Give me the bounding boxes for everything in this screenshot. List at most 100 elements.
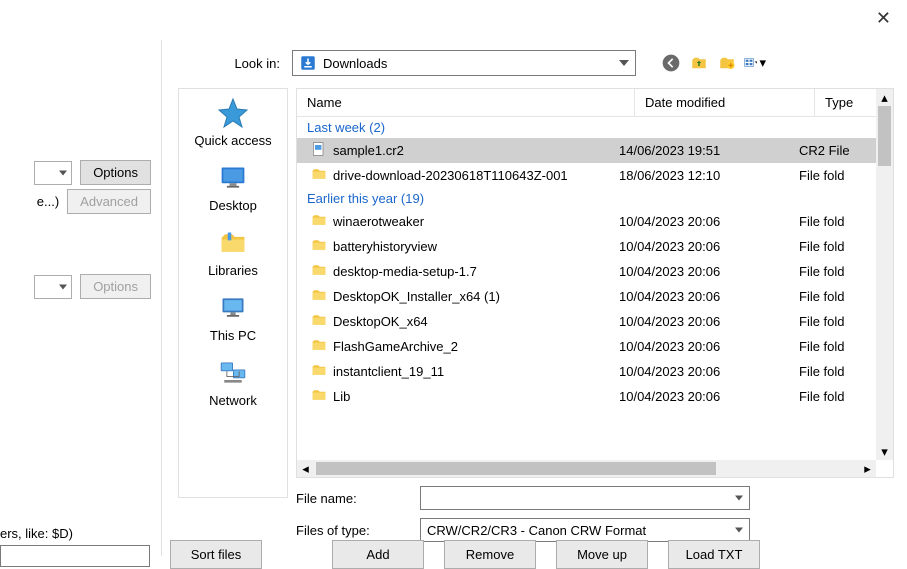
lookin-value: Downloads (323, 56, 387, 71)
file-row[interactable]: desktop-media-setup-1.710/04/2023 20:06F… (297, 259, 876, 284)
scroll-thumb[interactable] (878, 106, 891, 166)
place-network[interactable]: Network (209, 357, 257, 408)
advanced-button: Advanced (67, 189, 151, 214)
folder-icon (311, 312, 327, 331)
file-row[interactable]: batteryhistoryview 10/04/2023 20:06File f… (297, 234, 876, 259)
file-date: 18/06/2023 12:10 (619, 168, 799, 183)
helper-input[interactable] (0, 545, 150, 567)
desktop-icon (215, 162, 251, 194)
folder-icon (311, 362, 327, 381)
loadtxt-button[interactable]: Load TXT (668, 540, 760, 569)
group-header-earlier[interactable]: Earlier this year (19) (297, 188, 876, 209)
column-header-date[interactable]: Date modified (635, 89, 815, 116)
place-label: Desktop (209, 198, 257, 213)
scroll-thumb[interactable] (316, 462, 716, 475)
add-button[interactable]: Add (332, 540, 424, 569)
left-options-panel: Options e...) Advanced Options (0, 40, 162, 556)
file-name: DesktopOK_x64 (333, 314, 428, 329)
view-menu-icon[interactable]: ▾ (744, 52, 766, 74)
place-libraries[interactable]: Libraries (208, 227, 258, 278)
options-button-2: Options (80, 274, 151, 299)
file-row[interactable]: FlashGameArchive_2 10/04/2023 20:06File f… (297, 334, 876, 359)
file-name: batteryhistoryview (333, 239, 437, 254)
downloads-icon (299, 54, 317, 72)
scroll-down-icon[interactable]: ▾ (876, 443, 893, 460)
file-name: winaerotweaker (333, 214, 424, 229)
place-quick-access[interactable]: Quick access (194, 97, 271, 148)
file-name: instantclient_19_11 (333, 364, 444, 379)
file-type: CR2 File (799, 143, 859, 158)
scroll-left-icon[interactable]: ◂ (297, 460, 314, 477)
filetype-combo[interactable]: CRW/CR2/CR3 - Canon CRW Format (420, 518, 750, 542)
quick-access-icon (215, 97, 251, 129)
folder-icon (311, 212, 327, 231)
scroll-right-icon[interactable]: ▸ (859, 460, 876, 477)
file-date: 10/04/2023 20:06 (619, 314, 799, 329)
helper-text: ers, like: $D) (0, 526, 73, 541)
this-pc-icon (215, 292, 251, 324)
file-date: 10/04/2023 20:06 (619, 289, 799, 304)
scroll-up-icon[interactable]: ▴ (876, 89, 893, 106)
file-row[interactable]: DesktopOK_x64 10/04/2023 20:06File fold (297, 309, 876, 334)
file-date: 10/04/2023 20:06 (619, 389, 799, 404)
column-header-name[interactable]: Name (297, 89, 635, 116)
file-type: File fold (799, 289, 859, 304)
file-date: 10/04/2023 20:06 (619, 239, 799, 254)
file-name: FlashGameArchive_2 (333, 339, 458, 354)
close-button[interactable]: ✕ (876, 8, 891, 29)
lookin-combo[interactable]: Downloads (292, 50, 636, 76)
file-name: Lib (333, 389, 350, 404)
remove-button[interactable]: Remove (444, 540, 536, 569)
place-label: Libraries (208, 263, 258, 278)
file-date: 10/04/2023 20:06 (619, 339, 799, 354)
folder-icon (311, 237, 327, 256)
filename-label: File name: (296, 491, 420, 506)
file-type: File fold (799, 168, 859, 183)
libraries-icon (215, 227, 251, 259)
file-date: 10/04/2023 20:06 (619, 214, 799, 229)
left-dropdown-1[interactable] (34, 161, 72, 185)
chevron-down-icon (619, 60, 629, 66)
file-row[interactable]: Lib10/04/2023 20:06File fold (297, 384, 876, 409)
folder-icon (311, 287, 327, 306)
file-type: File fold (799, 264, 859, 279)
lookin-label: Look in: (180, 56, 280, 71)
new-folder-icon[interactable] (716, 52, 738, 74)
chevron-down-icon (735, 528, 743, 533)
vertical-scrollbar[interactable]: ▴ ▾ (876, 89, 893, 460)
file-type: File fold (799, 239, 859, 254)
file-row[interactable]: winaerotweaker10/04/2023 20:06File fold (297, 209, 876, 234)
folder-icon (311, 262, 327, 281)
place-label: Quick access (194, 133, 271, 148)
filename-combo[interactable] (420, 486, 750, 510)
file-type: File fold (799, 339, 859, 354)
file-type: File fold (799, 314, 859, 329)
options-button-1[interactable]: Options (80, 160, 151, 185)
network-icon (215, 357, 251, 389)
file-row[interactable]: sample1.cr214/06/2023 19:51CR2 File (297, 138, 876, 163)
place-label: Network (209, 393, 257, 408)
file-name: drive-download-20230618T110643Z-001 (333, 168, 568, 183)
moveup-button[interactable]: Move up (556, 540, 648, 569)
file-row[interactable]: DesktopOK_Installer_x64 (1)10/04/2023 20… (297, 284, 876, 309)
file-row[interactable]: drive-download-20230618T110643Z-001 18/06… (297, 163, 876, 188)
chevron-down-icon (735, 496, 743, 501)
horizontal-scrollbar[interactable]: ◂ ▸ (297, 460, 876, 477)
group-header-lastweek[interactable]: Last week (2) (297, 117, 876, 138)
left-dropdown-2[interactable] (34, 275, 72, 299)
file-row[interactable]: instantclient_19_1110/04/2023 20:06File … (297, 359, 876, 384)
filetype-value: CRW/CR2/CR3 - Canon CRW Format (427, 523, 646, 538)
file-icon (311, 141, 327, 160)
up-level-icon[interactable] (688, 52, 710, 74)
file-name: sample1.cr2 (333, 143, 404, 158)
places-bar: Quick access Desktop Libraries This PC N… (178, 88, 288, 498)
sortfiles-button[interactable]: Sort files (170, 540, 262, 569)
place-this-pc[interactable]: This PC (210, 292, 256, 343)
back-icon[interactable] (660, 52, 682, 74)
folder-icon (311, 166, 327, 185)
left-ellipsis-text: e...) (37, 194, 59, 209)
place-desktop[interactable]: Desktop (209, 162, 257, 213)
column-header-type[interactable]: Type (815, 89, 875, 116)
filetype-label: Files of type: (296, 523, 420, 538)
place-label: This PC (210, 328, 256, 343)
